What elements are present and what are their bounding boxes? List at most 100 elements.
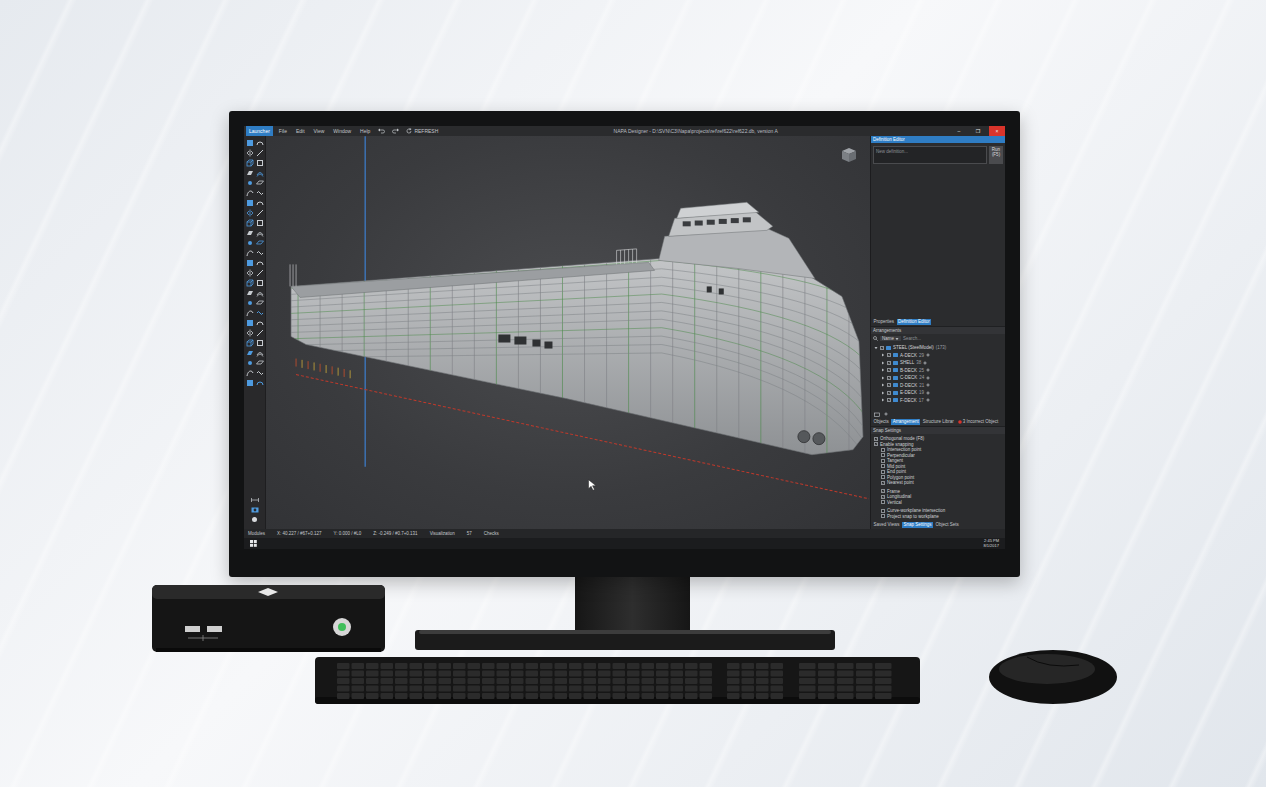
checkbox[interactable]: [881, 453, 885, 457]
bottom-tab[interactable]: Object Sets: [934, 522, 960, 528]
arc-tool-icon[interactable]: [256, 259, 264, 267]
folder-add-icon[interactable]: [874, 412, 880, 417]
checkbox[interactable]: [881, 464, 885, 468]
surface-tool-icon[interactable]: [246, 229, 254, 237]
offset-tool-icon[interactable]: [256, 169, 264, 177]
tree-row[interactable]: SHELL38: [871, 359, 1005, 367]
snap-option[interactable]: Project snap to workplane: [871, 514, 1005, 520]
window-control[interactable]: ❐: [970, 126, 986, 136]
add-icon[interactable]: [926, 383, 930, 387]
measure-icon[interactable]: [251, 497, 259, 503]
line-tool-icon[interactable]: [256, 209, 264, 217]
mirror-tool-icon[interactable]: [246, 269, 254, 277]
camera-icon[interactable]: [251, 506, 259, 513]
select-tool-icon[interactable]: [246, 319, 254, 327]
select-tool-icon[interactable]: [246, 379, 254, 387]
expand-icon[interactable]: [881, 398, 885, 402]
menu-item[interactable]: Launcher: [246, 126, 273, 136]
checkbox[interactable]: [881, 470, 885, 474]
line-tool-icon[interactable]: [256, 269, 264, 277]
bottom-tab[interactable]: Snap Settings: [902, 522, 933, 528]
snap-option[interactable]: Polygon point: [871, 475, 1005, 481]
tree-row[interactable]: B-DECK25: [871, 367, 1005, 375]
spline-tool-icon[interactable]: [256, 369, 264, 377]
object-tab[interactable]: 3 Incorrect Object: [956, 419, 1000, 425]
menu-item[interactable]: Help: [357, 126, 373, 136]
snap-option[interactable]: Curve-workplane intersection: [871, 508, 1005, 514]
tree-row[interactable]: E-DECK19: [871, 389, 1005, 397]
plane-tool-icon[interactable]: [256, 179, 264, 187]
plane-tool-icon[interactable]: [256, 239, 264, 247]
tree-row[interactable]: C-DECK24: [871, 374, 1005, 382]
snap-option[interactable]: Vertical: [871, 500, 1005, 506]
search-input[interactable]: Search...: [903, 336, 1003, 341]
search-field-dropdown[interactable]: Name: [880, 336, 901, 341]
checkbox[interactable]: [887, 368, 891, 372]
snap-option[interactable]: Longitudinal: [871, 494, 1005, 500]
checkbox[interactable]: [874, 437, 878, 441]
collapse-icon[interactable]: [895, 337, 899, 341]
ship-model[interactable]: [266, 136, 870, 529]
add-icon[interactable]: [926, 391, 930, 395]
curve-tool-icon[interactable]: [246, 249, 254, 257]
spline-tool-icon[interactable]: [256, 189, 264, 197]
spline-tool-icon[interactable]: [256, 249, 264, 257]
menu-item[interactable]: View: [311, 126, 328, 136]
checkbox[interactable]: [887, 383, 891, 387]
box-tool-icon[interactable]: [246, 279, 254, 287]
taskbar-clock[interactable]: 2:45 PM8/1/2017: [983, 539, 999, 548]
checkbox[interactable]: [881, 475, 885, 479]
box-tool-icon[interactable]: [246, 159, 254, 167]
checkbox[interactable]: [881, 514, 885, 518]
menu-item[interactable]: Edit: [293, 126, 308, 136]
mirror-tool-icon[interactable]: [246, 149, 254, 157]
menu-item[interactable]: File: [276, 126, 290, 136]
window-control[interactable]: –: [951, 126, 967, 136]
rect-tool-icon[interactable]: [256, 159, 264, 167]
tree-row[interactable]: STEEL (SteelModel)(173): [871, 344, 1005, 352]
checkbox[interactable]: [874, 442, 878, 446]
menu-item[interactable]: Window: [330, 126, 354, 136]
offset-tool-icon[interactable]: [256, 349, 264, 357]
tree-row[interactable]: F-DECK17: [871, 397, 1005, 405]
snap-option[interactable]: Enable snapping: [871, 442, 1005, 448]
checkbox[interactable]: [881, 500, 885, 504]
refresh-button[interactable]: REFRESH: [404, 128, 440, 134]
collapse-icon[interactable]: [874, 346, 878, 350]
mirror-tool-icon[interactable]: [246, 329, 254, 337]
view-cube-icon[interactable]: [838, 144, 860, 166]
expand-icon[interactable]: [881, 361, 885, 365]
object-tab[interactable]: Objects: [872, 419, 890, 425]
arc-tool-icon[interactable]: [256, 319, 264, 327]
rect-tool-icon[interactable]: [256, 219, 264, 227]
curve-tool-icon[interactable]: [246, 369, 254, 377]
modules-menu[interactable]: Modules: [248, 531, 265, 536]
snap-option[interactable]: Orthogonal mode (F8): [871, 436, 1005, 442]
snap-option[interactable]: Perpendicular: [871, 453, 1005, 459]
expand-icon[interactable]: [881, 376, 885, 380]
3d-viewport[interactable]: [266, 136, 870, 529]
rect-tool-icon[interactable]: [256, 279, 264, 287]
tree-row[interactable]: A-DECK29: [871, 352, 1005, 360]
snap-option[interactable]: Intersection point: [871, 447, 1005, 453]
line-tool-icon[interactable]: [256, 149, 264, 157]
surface-tool-icon[interactable]: [246, 349, 254, 357]
object-tab[interactable]: Structure Librar: [921, 419, 955, 425]
plane-tool-icon[interactable]: [256, 359, 264, 367]
bottom-tab[interactable]: Saved Views: [872, 522, 901, 528]
point-tool-icon[interactable]: [246, 239, 254, 247]
surface-tool-icon[interactable]: [246, 289, 254, 297]
offset-tool-icon[interactable]: [256, 289, 264, 297]
checkbox[interactable]: [887, 391, 891, 395]
arc-tool-icon[interactable]: [256, 139, 264, 147]
snap-option[interactable]: Mid point: [871, 464, 1005, 470]
checkbox[interactable]: [887, 361, 891, 365]
expand-icon[interactable]: [881, 353, 885, 357]
offset-tool-icon[interactable]: [256, 229, 264, 237]
redo-button[interactable]: [390, 128, 401, 134]
checkbox[interactable]: [887, 398, 891, 402]
checkbox[interactable]: [887, 353, 891, 357]
plane-tool-icon[interactable]: [256, 299, 264, 307]
object-tab[interactable]: Arrangement: [891, 419, 920, 425]
mouse[interactable]: [987, 645, 1120, 705]
